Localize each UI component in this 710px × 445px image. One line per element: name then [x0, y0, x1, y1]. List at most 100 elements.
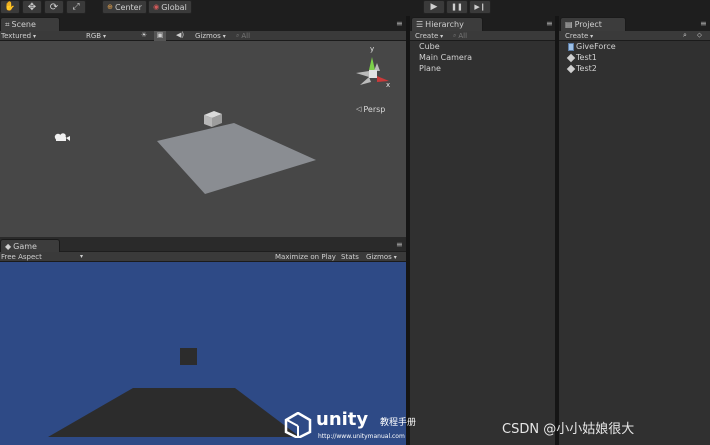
project-tab-label: Project	[574, 20, 602, 29]
search-icon: ⌕	[236, 32, 240, 39]
gizmo-x-label: x	[386, 81, 391, 89]
hierarchy-tab-label: Hierarchy	[425, 20, 464, 29]
unity-brand: unity	[316, 409, 369, 430]
project-tab-icon: ▤	[565, 20, 573, 29]
plane-object	[157, 123, 316, 194]
list-item[interactable]: Test1	[566, 53, 597, 62]
game-tab-label: Game	[13, 242, 37, 251]
scene-tab-icon: ⌗	[5, 19, 10, 29]
list-item[interactable]: Main Camera	[419, 53, 472, 62]
persp-toggle[interactable]: ◁ Persp	[356, 105, 385, 114]
pivot-toggle[interactable]: ⊕ Center	[102, 0, 147, 14]
hierarchy-search-field[interactable]: ⌕ All	[453, 32, 549, 40]
tab-hierarchy[interactable]: ☰ Hierarchy	[411, 17, 483, 31]
hierarchy-search-placeholder: All	[458, 32, 468, 40]
tab-game[interactable]: ◆ Game	[0, 239, 60, 253]
list-item[interactable]: Cube	[419, 42, 440, 51]
game-gizmos-dropdown[interactable]: Gizmos	[366, 253, 397, 261]
step-button[interactable]: ▶❙	[469, 0, 491, 14]
unity-watermark: unity 教程手册 http://www.unitymanual.com	[284, 408, 434, 444]
project-panel-menu-icon[interactable]: ≡	[700, 19, 707, 28]
project-list: GiveForce Test1 Test2	[559, 41, 710, 445]
unity-cn-label: 教程手册	[380, 418, 417, 428]
audio-toggle[interactable]: ◀)	[174, 31, 186, 41]
scene-tab-label: Scene	[11, 20, 36, 29]
scene-view-canvas	[54, 57, 389, 194]
lighting-toggle[interactable]: ☀	[138, 31, 150, 41]
image-effects-toggle[interactable]: ▣	[154, 31, 166, 41]
tag-icon: ⬦	[697, 31, 702, 39]
persp-icon: ◁	[356, 105, 362, 113]
scene-file-icon	[566, 64, 576, 73]
persp-label: Persp	[363, 105, 386, 114]
hand-icon: ✋	[4, 2, 16, 12]
project-create-dropdown[interactable]: Create	[565, 32, 593, 40]
game-panel-menu-icon[interactable]: ≡	[396, 240, 403, 249]
hierarchy-panel-menu-icon[interactable]: ≡	[546, 19, 553, 28]
gizmo-y-label: y	[370, 45, 375, 53]
maximize-on-play-toggle[interactable]: Maximize on Play	[275, 253, 336, 261]
hierarchy-list: Cube Main Camera Plane	[410, 41, 555, 445]
project-item-label: GiveForce	[576, 42, 616, 51]
hierarchy-tab-icon: ☰	[416, 20, 424, 29]
rotate-tool-button[interactable]: ⟳	[44, 0, 64, 14]
list-item[interactable]: Test2	[566, 64, 597, 73]
list-item[interactable]: Plane	[419, 64, 441, 73]
script-file-icon	[568, 42, 574, 51]
play-icon: ▶	[430, 2, 438, 12]
project-tag-button[interactable]: ⬦	[697, 31, 702, 40]
filter-icon: ⌕	[683, 31, 687, 39]
project-toolbar: Create ⌕ ⬦	[559, 31, 710, 41]
aspect-dropdown[interactable]: Free Aspect ▾	[1, 253, 85, 261]
pivot-icon: ⊕	[107, 3, 113, 11]
game-toolbar: Free Aspect ▾ Maximize on Play Stats Giz…	[0, 252, 406, 262]
unity-logo-icon	[284, 412, 312, 438]
hierarchy-toolbar: Create ⌕ All	[410, 31, 555, 41]
scene-gizmos-dropdown[interactable]: Gizmos	[195, 32, 226, 40]
unity-url: http://www.unitymanual.com	[318, 433, 405, 440]
scene-file-icon	[566, 53, 576, 62]
game-cube	[180, 348, 197, 365]
scene-panel-menu-icon[interactable]: ≡	[396, 19, 403, 28]
space-toggle[interactable]: ◉ Global	[148, 0, 192, 14]
pause-button[interactable]: ❚❚	[446, 0, 468, 14]
search-icon: ⌕	[453, 32, 457, 39]
rotate-icon: ⟳	[49, 1, 59, 13]
orientation-gizmo	[356, 57, 389, 85]
hierarchy-create-dropdown[interactable]: Create	[415, 32, 443, 40]
speaker-icon: ◀)	[175, 31, 185, 39]
scene-search-field[interactable]: ⌕ All	[236, 32, 356, 40]
tab-project[interactable]: ▤ Project	[560, 17, 626, 31]
pause-icon: ❚❚	[451, 3, 463, 11]
move-icon: ✥	[27, 1, 37, 13]
scene-viewport[interactable]: y x ◁ Persp	[0, 41, 406, 237]
chevron-down-icon: ▾	[79, 253, 83, 260]
move-tool-button[interactable]: ✥	[22, 0, 42, 14]
scale-icon: ⤢	[72, 2, 80, 12]
play-button[interactable]: ▶	[423, 0, 445, 14]
list-item[interactable]: GiveForce	[568, 42, 616, 51]
game-plane	[48, 388, 300, 437]
global-icon: ◉	[153, 3, 160, 11]
project-item-label: Test1	[576, 53, 597, 62]
space-label: Global	[161, 2, 187, 12]
cube-object	[204, 111, 222, 127]
csdn-watermark: CSDN @小小姑娘很大	[502, 422, 635, 437]
scale-tool-button[interactable]: ⤢	[66, 0, 86, 14]
picture-icon: ▣	[156, 31, 164, 39]
draw-mode-dropdown[interactable]: Textured	[1, 32, 79, 40]
stats-toggle[interactable]: Stats	[341, 253, 359, 261]
camera-icon	[54, 133, 70, 141]
main-toolbar: ✋ ✥ ⟳ ⤢ ⊕ Center ◉ Global ▶ ❚❚ ▶❙	[0, 0, 710, 16]
render-mode-dropdown[interactable]: RGB	[86, 32, 132, 40]
pivot-label: Center	[114, 2, 142, 12]
scene-search-placeholder: All	[241, 32, 251, 40]
hand-tool-button[interactable]: ✋	[0, 0, 20, 14]
sun-icon: ☀	[140, 31, 148, 39]
tab-scene[interactable]: ⌗ Scene	[0, 17, 60, 31]
aspect-label: Free Aspect	[1, 253, 42, 261]
step-icon: ▶❙	[474, 3, 486, 11]
project-search-button[interactable]: ⌕	[683, 31, 687, 40]
project-item-label: Test2	[576, 64, 597, 73]
game-tab-bar	[0, 237, 406, 251]
